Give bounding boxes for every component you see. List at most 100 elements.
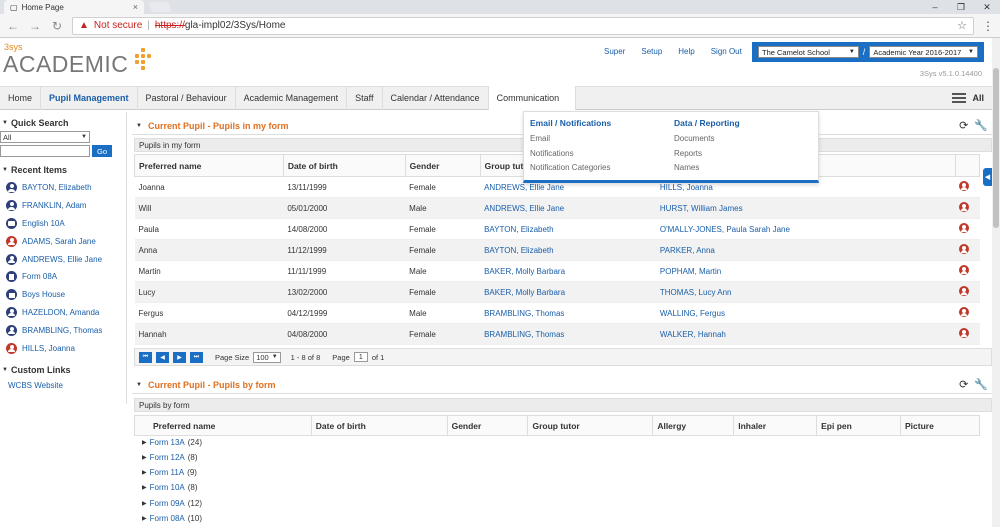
expand-triangle-icon[interactable]: ▶ — [142, 515, 147, 522]
settings-wrench-icon[interactable]: 🔧 — [974, 119, 988, 132]
cell-tutor-link[interactable]: BAYTON, Elizabeth — [484, 246, 554, 255]
form-group-row[interactable]: ▶ Form 11A (9) — [142, 468, 197, 477]
form-group-link[interactable]: Form 13A — [150, 438, 185, 447]
table-row[interactable]: Lucy 13/02/2000 Female BAKER, Molly Barbara… — [134, 281, 980, 303]
expand-triangle-icon[interactable]: ▶ — [142, 484, 147, 491]
table-row[interactable]: Anna 11/12/1999 Female BAYTON, Elizabeth PAR… — [134, 239, 980, 261]
form-group-row[interactable]: ▶ Form 13A (24) — [142, 438, 202, 447]
custom-links-heading[interactable]: ▼ Custom Links — [0, 365, 126, 375]
col-gender[interactable]: Gender — [446, 415, 529, 436]
cell-tutor-link[interactable]: BRAMBLING, Thomas — [484, 330, 564, 339]
menu-item-notification-categories[interactable]: Notification Categories — [530, 163, 611, 178]
col-group-tutor[interactable]: Group tutor — [527, 415, 654, 436]
recent-items-heading[interactable]: ▼ Recent Items — [0, 165, 126, 175]
recent-item-label[interactable]: HAZELDON, Amanda — [22, 308, 99, 317]
refresh-icon[interactable]: ⟳ — [959, 378, 968, 391]
col-date-of-birth[interactable]: Date of birth — [282, 154, 406, 177]
sign-out-link[interactable]: Sign Out — [711, 47, 742, 56]
prev-page-button[interactable]: ◀ — [156, 351, 169, 363]
cell-pupil-link[interactable]: THOMAS, Lucy Ann — [660, 288, 732, 297]
recent-item-label[interactable]: English 10A — [22, 219, 65, 228]
forward-icon[interactable]: → — [28, 19, 42, 33]
page-size-select[interactable]: 100 ▼ — [253, 351, 281, 363]
recent-item-label[interactable]: BAYTON, Elizabeth — [22, 183, 92, 192]
nav-communication[interactable]: Communication — [488, 86, 576, 110]
pupil-profile-icon[interactable] — [959, 265, 970, 275]
recent-item[interactable]: ANDREWS, Ellie Jane — [0, 250, 126, 268]
cell-tutor-link[interactable]: BRAMBLING, Thomas — [484, 309, 564, 318]
scrollbar-thumb[interactable] — [993, 68, 999, 228]
search-input[interactable] — [0, 145, 90, 157]
table-row[interactable]: Paula 14/08/2000 Female BAYTON, Elizabeth O'… — [134, 218, 980, 240]
page-number-input[interactable]: 1 — [353, 352, 368, 362]
col-gender[interactable]: Gender — [404, 154, 481, 177]
bookmark-star-icon[interactable]: ☆ — [957, 19, 967, 32]
table-row[interactable]: Hannah 04/08/2000 Female BRAMBLING, Thomas W… — [134, 323, 980, 345]
form-group-link[interactable]: Form 08A — [150, 514, 185, 523]
menu-item-reports[interactable]: Reports — [674, 149, 740, 164]
dropdown-heading-email-notifications[interactable]: Email / Notifications — [530, 118, 611, 128]
form-group-link[interactable]: Form 11A — [150, 468, 185, 477]
recent-item[interactable]: Form 08A — [0, 268, 126, 286]
pupil-profile-icon[interactable] — [959, 223, 970, 233]
menu-item-notifications[interactable]: Notifications — [530, 149, 611, 164]
pupil-profile-icon[interactable] — [959, 181, 970, 191]
nav-academic-management[interactable]: Academic Management — [236, 86, 348, 110]
back-icon[interactable]: ← — [6, 19, 20, 33]
cell-pupil-link[interactable]: PARKER, Anna — [660, 246, 715, 255]
recent-item[interactable]: BRAMBLING, Thomas — [0, 321, 126, 339]
custom-link-wcbs[interactable]: WCBS Website — [0, 381, 126, 390]
recent-item-label[interactable]: Form 08A — [22, 272, 57, 281]
cell-pupil-link[interactable]: POPHAM, Martin — [660, 267, 721, 276]
pupil-profile-icon[interactable] — [959, 286, 970, 296]
form-group-link[interactable]: Form 12A — [150, 453, 185, 462]
form-group-row[interactable]: ▶ Form 09A (12) — [142, 499, 202, 508]
table-row[interactable]: Will 05/01/2000 Male ANDREWS, Ellie Jane HUR… — [134, 197, 980, 219]
pupil-profile-icon[interactable] — [959, 328, 970, 338]
dropdown-heading-data-reporting[interactable]: Data / Reporting — [674, 118, 740, 128]
cell-pupil-link[interactable]: O'MALLY-JONES, Paula Sarah Jane — [660, 225, 790, 234]
expand-triangle-icon[interactable]: ▶ — [142, 439, 147, 446]
recent-item[interactable]: ADAMS, Sarah Jane — [0, 232, 126, 250]
collapse-triangle-icon[interactable]: ▼ — [136, 382, 142, 388]
search-scope-select[interactable]: All ▼ — [0, 131, 90, 143]
close-tab-icon[interactable]: × — [133, 2, 138, 12]
side-panel-toggle-icon[interactable]: ◀ — [983, 168, 992, 186]
recent-item-label[interactable]: ANDREWS, Ellie Jane — [22, 255, 102, 264]
first-page-button[interactable]: ⏮ — [139, 351, 152, 363]
refresh-icon[interactable]: ⟳ — [959, 119, 968, 132]
new-tab-button[interactable] — [148, 2, 172, 12]
menu-item-email[interactable]: Email — [530, 134, 611, 149]
recent-item-label[interactable]: BRAMBLING, Thomas — [22, 326, 102, 335]
url-input[interactable]: ▲ Not secure | https://gla-impl02/3Sys/H… — [72, 16, 974, 35]
cell-tutor-link[interactable]: BAKER, Molly Barbara — [484, 267, 565, 276]
page-scrollbar[interactable] — [992, 38, 1000, 527]
recent-item[interactable]: Boys House — [0, 286, 126, 304]
col-allergy[interactable]: Allergy — [652, 415, 735, 436]
recent-item-label[interactable]: Boys House — [22, 290, 65, 299]
form-group-row[interactable]: ▶ Form 08A (10) — [142, 514, 202, 523]
minimize-icon[interactable]: – — [922, 0, 948, 14]
nav-pupil-management[interactable]: Pupil Management — [41, 86, 138, 110]
col-inhaler[interactable]: Inhaler — [733, 415, 818, 436]
super-link[interactable]: Super — [604, 47, 625, 56]
cell-pupil-link[interactable]: HILLS, Joanna — [660, 183, 713, 192]
expand-triangle-icon[interactable]: ▶ — [142, 454, 147, 461]
form-group-row[interactable]: ▶ Form 10A (8) — [142, 483, 198, 492]
settings-wrench-icon[interactable]: 🔧 — [974, 378, 988, 391]
form-group-link[interactable]: Form 09A — [150, 499, 185, 508]
academic-year-select[interactable]: Academic Year 2016-2017 ▼ — [869, 46, 978, 58]
nav-pastoral-behaviour[interactable]: Pastoral / Behaviour — [138, 86, 236, 110]
recent-item[interactable]: BAYTON, Elizabeth — [0, 179, 126, 197]
nav-home[interactable]: Home — [0, 86, 42, 110]
browser-menu-icon[interactable]: ⋮ — [982, 19, 994, 33]
next-page-button[interactable]: ▶ — [173, 351, 186, 363]
reload-icon[interactable]: ↻ — [50, 19, 64, 33]
col-epi-pen[interactable]: Epi pen — [816, 415, 901, 436]
col-preferred-name[interactable]: Preferred name — [134, 154, 284, 177]
recent-item-label[interactable]: ADAMS, Sarah Jane — [22, 237, 96, 246]
recent-item-label[interactable]: FRANKLIN, Adam — [22, 201, 86, 210]
cell-tutor-link[interactable]: BAKER, Molly Barbara — [484, 288, 565, 297]
menu-item-documents[interactable]: Documents — [674, 134, 740, 149]
form-group-row[interactable]: ▶ Form 12A (8) — [142, 453, 198, 462]
